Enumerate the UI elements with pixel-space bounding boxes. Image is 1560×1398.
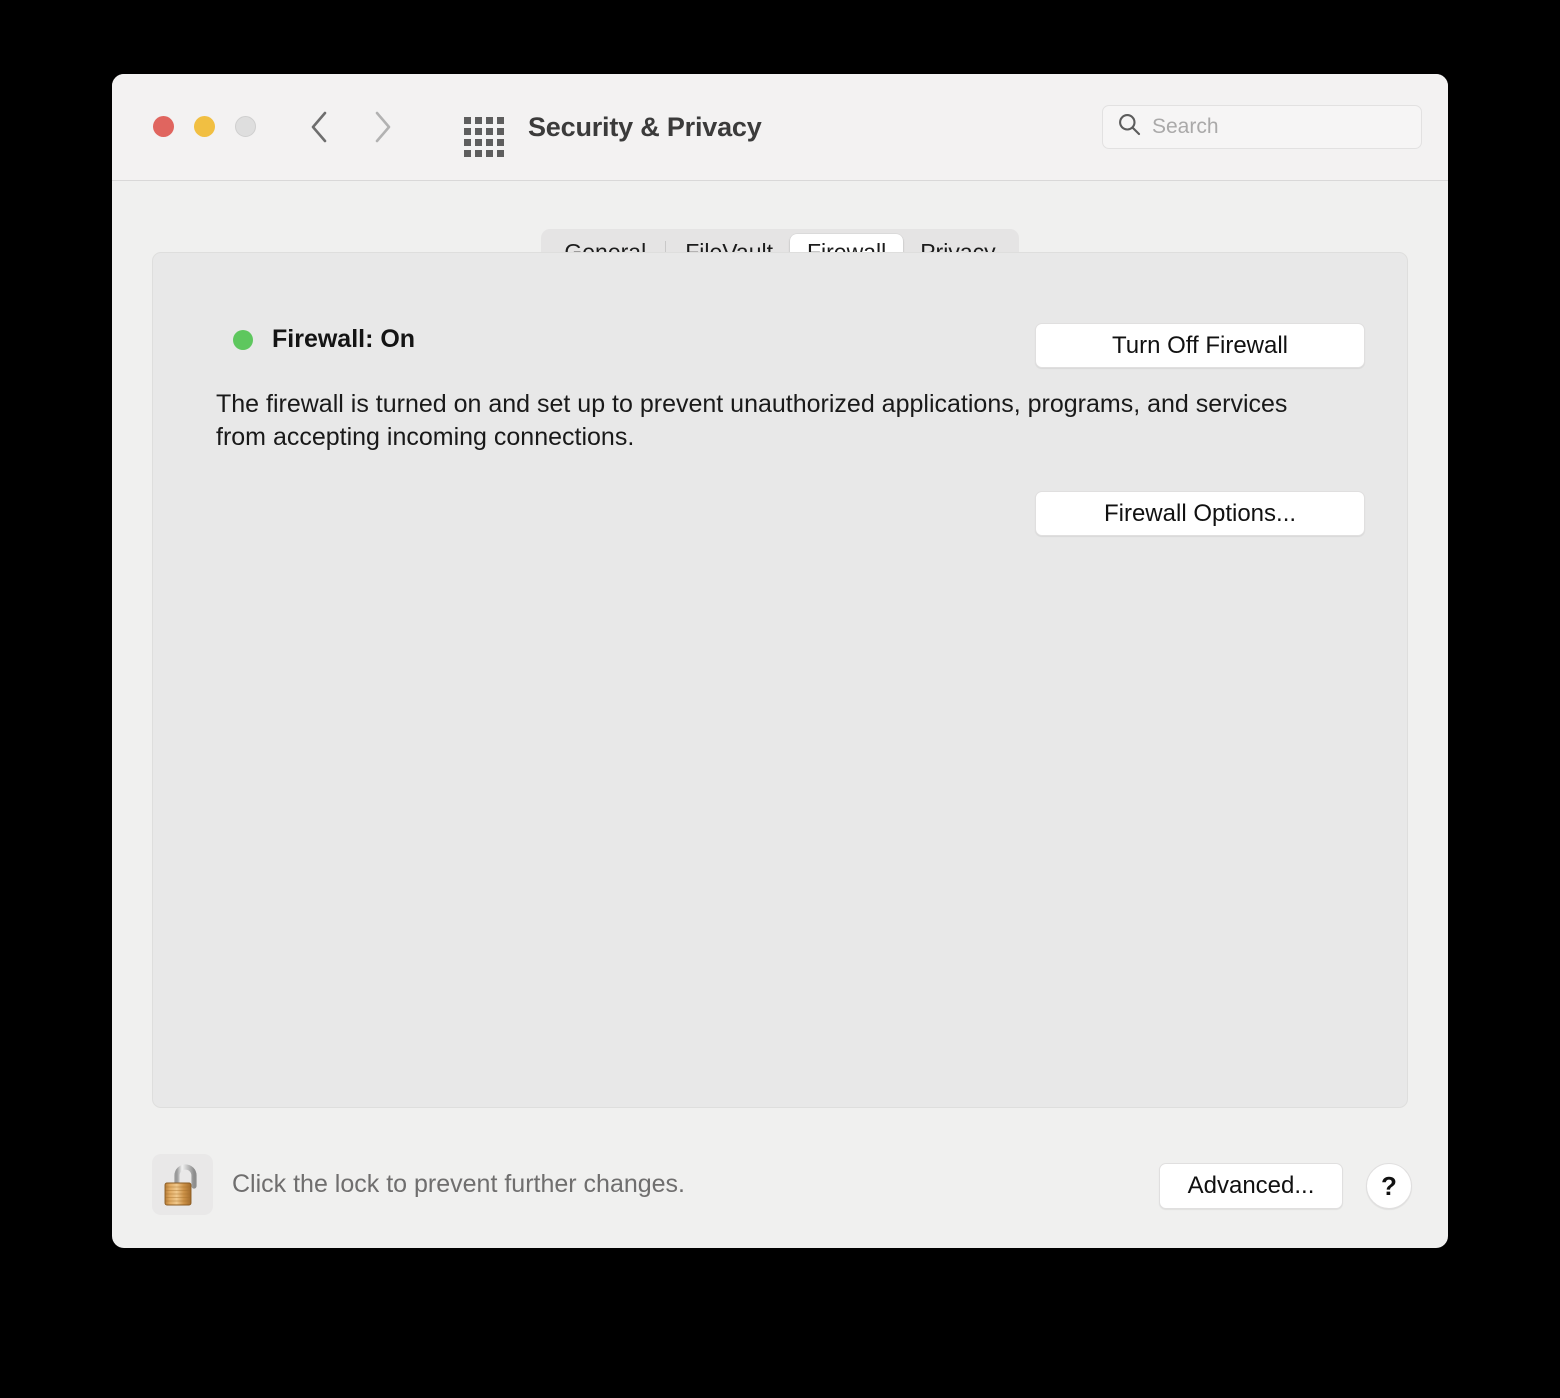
grid-dot <box>497 139 504 146</box>
advanced-button[interactable]: Advanced... <box>1159 1163 1343 1209</box>
search-placeholder: Search <box>1152 115 1219 138</box>
firewall-options-button[interactable]: Firewall Options... <box>1035 491 1365 536</box>
title-bar: Security & Privacy Search <box>112 74 1448 181</box>
grid-dot <box>486 150 493 157</box>
grid-dot <box>486 117 493 124</box>
grid-dot <box>486 139 493 146</box>
grid-dot <box>475 139 482 146</box>
grid-dot <box>497 117 504 124</box>
minimize-button[interactable] <box>194 116 215 137</box>
show-all-preferences-icon[interactable] <box>464 117 504 157</box>
turn-off-firewall-button[interactable]: Turn Off Firewall <box>1035 323 1365 368</box>
firewall-panel: Firewall: On Turn Off Firewall The firew… <box>152 252 1408 1108</box>
grid-dot <box>497 128 504 135</box>
lock-message: Click the lock to prevent further change… <box>232 1170 686 1198</box>
firewall-status-label: Firewall: On <box>272 325 416 353</box>
page-title: Security & Privacy <box>528 112 762 142</box>
firewall-description: The firewall is turned on and set up to … <box>216 390 1288 451</box>
unlocked-padlock-icon[interactable] <box>152 1154 213 1215</box>
grid-dot <box>497 150 504 157</box>
grid-dot <box>464 150 471 157</box>
grid-dot <box>475 150 482 157</box>
back-arrow-icon[interactable] <box>308 110 330 144</box>
grid-dot <box>475 128 482 135</box>
lock-control: Click the lock to prevent further change… <box>152 1154 685 1215</box>
close-button[interactable] <box>153 116 174 137</box>
grid-dot <box>464 117 471 124</box>
grid-dot <box>486 128 493 135</box>
security-privacy-window: Security & Privacy Search General FileVa… <box>112 74 1448 1248</box>
firewall-status: Firewall: On <box>233 325 415 354</box>
forward-arrow-icon[interactable] <box>372 110 394 144</box>
zoom-button[interactable] <box>235 116 256 137</box>
navigation-arrows <box>308 110 394 144</box>
traffic-light-buttons <box>153 116 256 137</box>
footer-actions: Advanced... ? <box>1159 1163 1412 1209</box>
search-field[interactable]: Search <box>1102 105 1422 149</box>
grid-dot <box>475 117 482 124</box>
grid-dot <box>464 139 471 146</box>
help-button[interactable]: ? <box>1366 1163 1412 1209</box>
search-icon <box>1118 113 1141 141</box>
status-indicator-icon <box>233 329 253 350</box>
grid-dot <box>464 128 471 135</box>
